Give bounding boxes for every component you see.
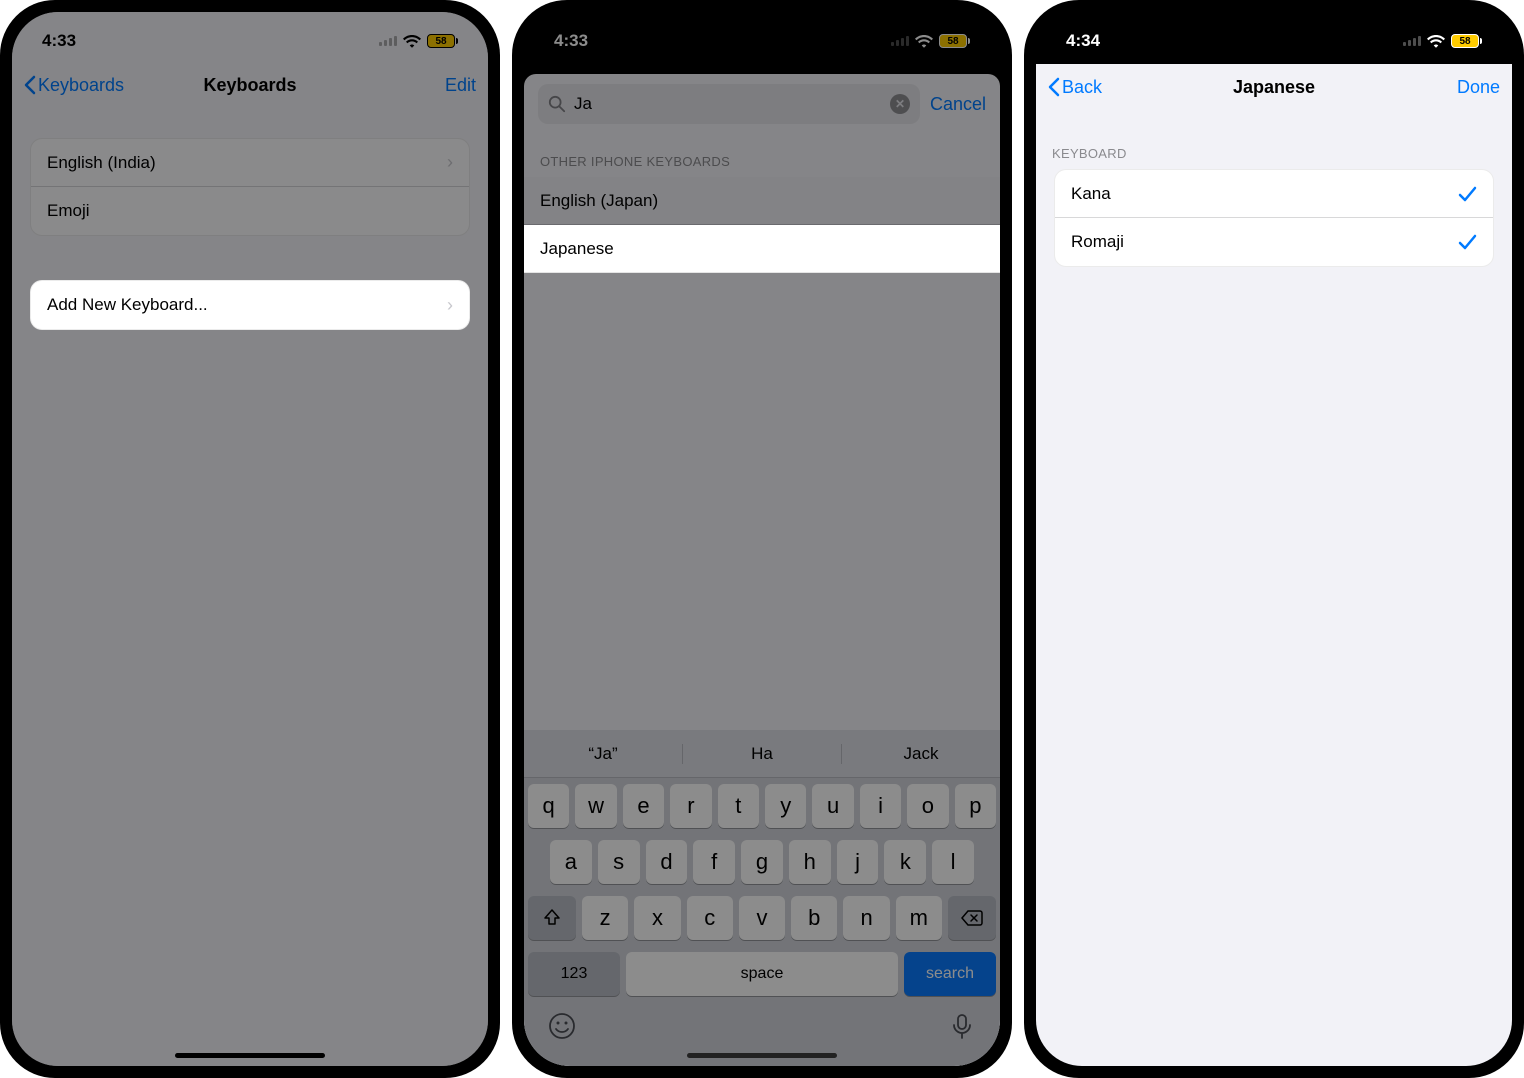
option-kana[interactable]: Kana: [1055, 170, 1493, 218]
wifi-icon: [403, 34, 421, 48]
back-label: Keyboards: [38, 75, 124, 96]
page-title: Japanese: [1036, 77, 1512, 98]
key-q[interactable]: q: [528, 784, 569, 828]
section-header: KEYBOARD: [1036, 110, 1512, 169]
key-n[interactable]: n: [843, 896, 889, 940]
status-time: 4:33: [554, 31, 588, 51]
dictation-icon[interactable]: [948, 1012, 976, 1040]
cellular-icon: [379, 36, 397, 46]
row-label: Japanese: [540, 239, 614, 259]
key-o[interactable]: o: [907, 784, 948, 828]
edit-button[interactable]: Edit: [445, 75, 476, 96]
cancel-button[interactable]: Cancel: [930, 94, 986, 115]
key-v[interactable]: v: [739, 896, 785, 940]
status-bar: 4:33 58: [12, 12, 488, 62]
key-s[interactable]: s: [598, 840, 640, 884]
battery-icon: 58: [1451, 34, 1482, 48]
row-label: Romaji: [1071, 232, 1124, 252]
key-x[interactable]: x: [634, 896, 680, 940]
status-time: 4:34: [1066, 31, 1100, 51]
done-button[interactable]: Done: [1457, 77, 1500, 98]
nav-bar: Back Japanese Done: [1036, 64, 1512, 110]
key-p[interactable]: p: [955, 784, 996, 828]
search-input[interactable]: Ja ✕: [538, 84, 920, 124]
chevron-back-icon: [24, 75, 36, 95]
search-icon: [548, 95, 566, 113]
keyboards-list: English (India) › Emoji: [30, 138, 470, 236]
row-label: Emoji: [47, 201, 90, 221]
battery-icon: 58: [939, 34, 970, 48]
keyboard-row-english[interactable]: English (India) ›: [31, 139, 469, 187]
wifi-icon: [915, 34, 933, 48]
key-h[interactable]: h: [789, 840, 831, 884]
suggestion-item[interactable]: Ha: [683, 744, 842, 764]
back-button[interactable]: Back: [1048, 77, 1102, 98]
key-j[interactable]: j: [837, 840, 879, 884]
key-l[interactable]: l: [932, 840, 974, 884]
battery-icon: 58: [427, 34, 458, 48]
cellular-icon: [891, 36, 909, 46]
cellular-icon: [1403, 36, 1421, 46]
key-m[interactable]: m: [896, 896, 942, 940]
key-i[interactable]: i: [860, 784, 901, 828]
key-t[interactable]: t: [718, 784, 759, 828]
key-u[interactable]: u: [812, 784, 853, 828]
key-d[interactable]: d: [646, 840, 688, 884]
key-k[interactable]: k: [884, 840, 926, 884]
search-key[interactable]: search: [904, 952, 996, 996]
suggestion-item[interactable]: “Ja”: [524, 744, 683, 764]
key-a[interactable]: a: [550, 840, 592, 884]
space-key[interactable]: space: [626, 952, 898, 996]
keyboard-row-emoji[interactable]: Emoji: [31, 187, 469, 235]
status-time: 4:33: [42, 31, 76, 51]
software-keyboard: “Ja” Ha Jack q w e r t y u i o p a: [524, 730, 1000, 1066]
wifi-icon: [1427, 34, 1445, 48]
nav-bar: Keyboards Keyboards Edit: [12, 62, 488, 108]
search-row: Ja ✕ Cancel: [524, 74, 1000, 134]
numbers-key[interactable]: 123: [528, 952, 620, 996]
chevron-back-icon: [1048, 77, 1060, 97]
add-keyboard-section: Add New Keyboard... ›: [30, 280, 470, 330]
home-indicator[interactable]: [175, 1053, 325, 1058]
shift-icon: [542, 908, 562, 928]
section-header: OTHER IPHONE KEYBOARDS: [524, 134, 1000, 177]
key-f[interactable]: f: [693, 840, 735, 884]
row-label: Kana: [1071, 184, 1111, 204]
back-button[interactable]: Keyboards: [24, 75, 124, 96]
search-query: Ja: [574, 94, 882, 114]
backspace-icon: [961, 910, 983, 926]
key-b[interactable]: b: [791, 896, 837, 940]
status-bar: 4:34 58: [1036, 12, 1512, 62]
home-indicator[interactable]: [687, 1053, 837, 1058]
key-g[interactable]: g: [741, 840, 783, 884]
add-new-keyboard-label: Add New Keyboard...: [47, 295, 208, 315]
clear-search-button[interactable]: ✕: [890, 94, 910, 114]
result-english-japan[interactable]: English (Japan): [524, 177, 1000, 225]
chevron-right-icon: ›: [447, 295, 453, 316]
key-c[interactable]: c: [687, 896, 733, 940]
backspace-key[interactable]: [948, 896, 996, 940]
key-w[interactable]: w: [575, 784, 616, 828]
suggestion-item[interactable]: Jack: [842, 744, 1000, 764]
add-new-keyboard-button[interactable]: Add New Keyboard... ›: [31, 281, 469, 329]
row-label: English (India): [47, 153, 156, 173]
suggestion-bar: “Ja” Ha Jack: [524, 730, 1000, 778]
key-e[interactable]: e: [623, 784, 664, 828]
result-japanese[interactable]: Japanese: [524, 225, 1000, 273]
checkmark-icon: [1457, 232, 1477, 252]
option-romaji[interactable]: Romaji: [1055, 218, 1493, 266]
emoji-icon[interactable]: [548, 1012, 576, 1040]
status-bar: 4:33 58: [524, 12, 1000, 62]
key-z[interactable]: z: [582, 896, 628, 940]
key-y[interactable]: y: [765, 784, 806, 828]
back-label: Back: [1062, 77, 1102, 98]
results-list: English (Japan) Japanese: [524, 177, 1000, 273]
shift-key[interactable]: [528, 896, 576, 940]
checkmark-icon: [1457, 184, 1477, 204]
key-r[interactable]: r: [670, 784, 711, 828]
row-label: English (Japan): [540, 191, 658, 211]
keyboard-options-list: Kana Romaji: [1054, 169, 1494, 267]
chevron-right-icon: ›: [447, 152, 453, 173]
